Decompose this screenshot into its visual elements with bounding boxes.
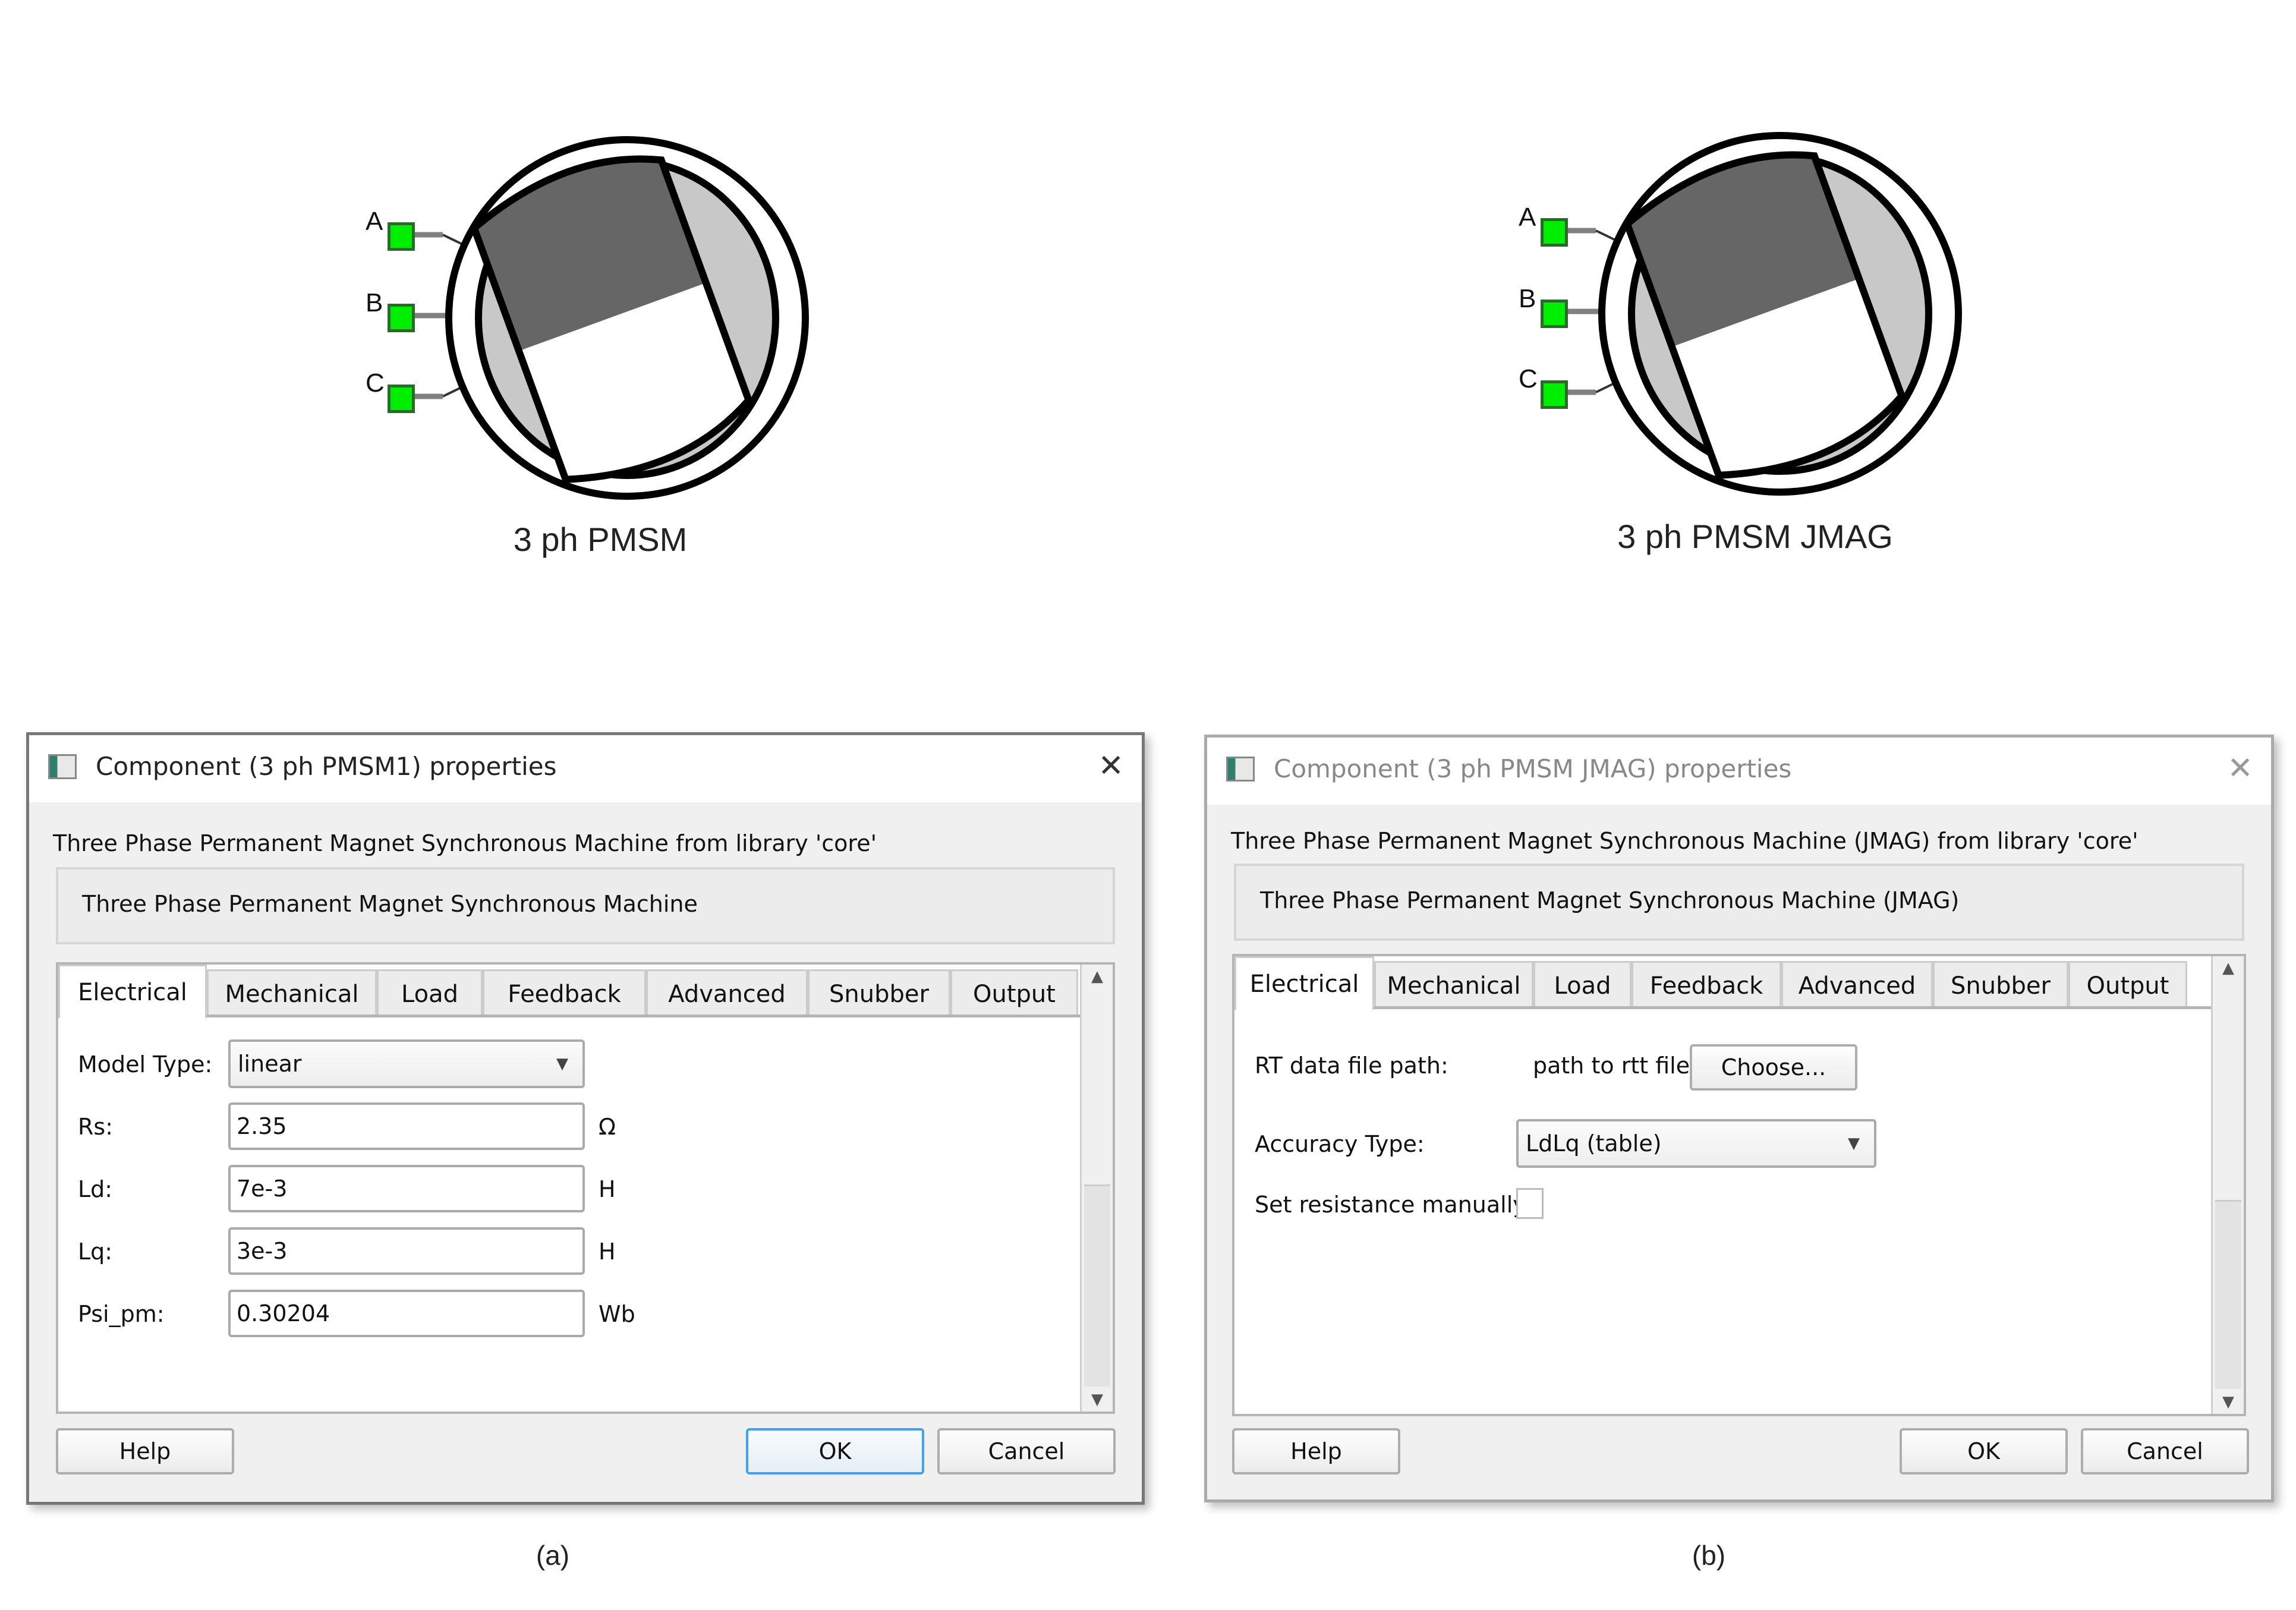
psi-pm-unit: Wb <box>599 1301 635 1327</box>
cancel-button[interactable]: Cancel <box>937 1428 1116 1474</box>
tab-output[interactable]: Output <box>950 969 1078 1017</box>
title-bar[interactable]: Component (3 ph PMSM JMAG) properties ✕ <box>1207 738 2271 805</box>
ld-input[interactable]: 7e-3 <box>228 1165 585 1212</box>
machine-icon <box>1563 132 1962 496</box>
tab-panel: Electrical Mechanical Load Feedback Adva… <box>56 962 1115 1414</box>
set-resistance-checkbox[interactable] <box>1516 1188 1544 1219</box>
scroll-thumb[interactable] <box>2215 1200 2241 1389</box>
port-a-label: A <box>1519 203 1536 232</box>
symbol-label: 3 ph PMSM <box>513 521 688 558</box>
scroll-down-icon[interactable]: ▼ <box>2213 1390 2244 1414</box>
component-description: Three Phase Permanent Magnet Synchronous… <box>53 830 877 856</box>
psi-pm-input[interactable]: 0.30204 <box>228 1290 585 1337</box>
chevron-down-icon: ▼ <box>556 1055 568 1073</box>
window-icon <box>1226 757 1255 782</box>
tab-bar: Electrical Mechanical Load Feedback Adva… <box>58 965 1078 1018</box>
port-b-label: B <box>1519 284 1536 313</box>
rt-path-value: path to rtt file <box>1533 1053 1690 1079</box>
port-b[interactable] <box>388 304 415 332</box>
port-b[interactable] <box>1541 300 1568 328</box>
tab-output[interactable]: Output <box>2068 961 2187 1009</box>
tab-snubber[interactable]: Snubber <box>1933 961 2068 1009</box>
port-c-label: C <box>366 368 385 398</box>
scroll-down-icon[interactable]: ▼ <box>1082 1388 1113 1411</box>
machine-icon <box>410 136 809 500</box>
scroll-up-icon[interactable]: ▲ <box>1082 965 1113 988</box>
tab-advanced[interactable]: Advanced <box>1781 961 1933 1009</box>
help-button[interactable]: Help <box>56 1428 234 1474</box>
chevron-down-icon: ▼ <box>1848 1135 1860 1152</box>
choose-file-button[interactable]: Choose... <box>1690 1044 1857 1091</box>
tab-bar: Electrical Mechanical Load Feedback Adva… <box>1234 956 2187 1010</box>
model-type-value: linear <box>238 1051 302 1077</box>
rs-label: Rs: <box>78 1114 114 1140</box>
port-c-label: C <box>1519 364 1538 393</box>
accuracy-type-value: LdLq (table) <box>1526 1130 1662 1157</box>
ok-button[interactable]: OK <box>1900 1428 2068 1474</box>
tab-advanced[interactable]: Advanced <box>646 969 808 1017</box>
title-bar[interactable]: Component (3 ph PMSM1) properties ✕ <box>29 735 1142 802</box>
rs-unit: Ω <box>599 1114 616 1140</box>
window-icon <box>48 754 77 779</box>
lq-unit: H <box>599 1239 616 1265</box>
tab-divider <box>207 1014 1084 1017</box>
tab-feedback[interactable]: Feedback <box>1632 961 1781 1009</box>
model-type-label: Model Type: <box>78 1051 213 1077</box>
rt-path-label: RT data file path: <box>1255 1053 1448 1079</box>
close-icon[interactable]: ✕ <box>1098 748 1124 784</box>
accuracy-type-select[interactable]: LdLq (table) ▼ <box>1516 1119 1876 1168</box>
properties-dialog-b: Component (3 ph PMSM JMAG) properties ✕ … <box>1204 735 2274 1502</box>
figure-caption-b: (b) <box>1692 1540 1726 1571</box>
port-c[interactable] <box>1541 380 1568 409</box>
dialog-title: Component (3 ph PMSM1) properties <box>96 752 557 781</box>
tab-electrical[interactable]: Electrical <box>1234 956 1374 1010</box>
component-summary-box: Three Phase Permanent Magnet Synchronous… <box>56 867 1115 944</box>
psi-pm-label: Psi_pm: <box>78 1301 165 1327</box>
ok-button[interactable]: OK <box>746 1428 924 1474</box>
set-resistance-label: Set resistance manually: <box>1255 1192 1532 1218</box>
tab-snubber[interactable]: Snubber <box>808 969 950 1017</box>
port-b-label: B <box>366 288 383 317</box>
tab-electrical[interactable]: Electrical <box>58 965 207 1018</box>
pmsm-jmag-symbol[interactable] <box>1510 124 1973 516</box>
accuracy-type-label: Accuracy Type: <box>1255 1131 1425 1157</box>
component-description: Three Phase Permanent Magnet Synchronous… <box>1231 828 2138 854</box>
component-summary: Three Phase Permanent Magnet Synchronous… <box>1260 887 1960 913</box>
help-button[interactable]: Help <box>1232 1428 1400 1474</box>
ld-label: Ld: <box>78 1176 113 1202</box>
tab-feedback[interactable]: Feedback <box>483 969 646 1017</box>
lq-input[interactable]: 3e-3 <box>228 1227 585 1275</box>
component-summary: Three Phase Permanent Magnet Synchronous… <box>82 891 698 917</box>
component-summary-box: Three Phase Permanent Magnet Synchronous… <box>1234 864 2244 941</box>
port-a[interactable] <box>388 222 415 251</box>
scroll-up-icon[interactable]: ▲ <box>2213 956 2244 980</box>
scrollbar[interactable]: ▲ ▼ <box>1080 965 1113 1411</box>
tab-mechanical[interactable]: Mechanical <box>207 969 377 1017</box>
scroll-thumb[interactable] <box>1084 1184 1110 1387</box>
tab-load[interactable]: Load <box>1533 961 1632 1009</box>
tab-divider <box>1374 1006 2218 1009</box>
lq-label: Lq: <box>78 1239 113 1265</box>
ld-unit: H <box>599 1176 616 1202</box>
dialog-title: Component (3 ph PMSM JMAG) properties <box>1274 754 1792 783</box>
model-type-select[interactable]: linear ▼ <box>228 1039 585 1088</box>
port-a[interactable] <box>1541 218 1568 247</box>
figure-caption-a: (a) <box>536 1540 570 1571</box>
pmsm-symbol[interactable] <box>357 128 820 520</box>
scrollbar[interactable]: ▲ ▼ <box>2211 956 2244 1414</box>
tab-panel: Electrical Mechanical Load Feedback Adva… <box>1232 954 2246 1416</box>
tab-load[interactable]: Load <box>377 969 483 1017</box>
symbol-label: 3 ph PMSM JMAG <box>1617 518 1893 555</box>
rs-input[interactable]: 2.35 <box>228 1102 585 1150</box>
port-a-label: A <box>366 207 383 236</box>
properties-dialog-a: Component (3 ph PMSM1) properties ✕ Thre… <box>26 732 1145 1505</box>
close-icon[interactable]: ✕ <box>2227 751 2253 786</box>
tab-mechanical[interactable]: Mechanical <box>1374 961 1533 1009</box>
port-c[interactable] <box>388 385 415 413</box>
cancel-button[interactable]: Cancel <box>2081 1428 2249 1474</box>
